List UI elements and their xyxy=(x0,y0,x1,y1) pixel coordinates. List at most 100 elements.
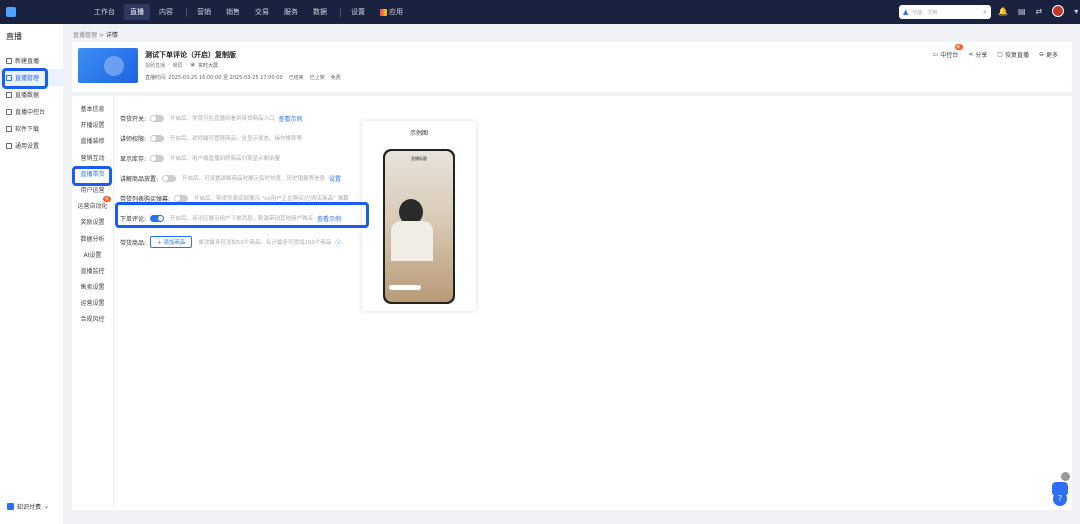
chevron-down-icon: ⌄ xyxy=(44,503,50,510)
breadcrumb-parent[interactable]: 直播管理 xyxy=(73,32,97,39)
subnav-ops-settings[interactable]: 运营设置 xyxy=(72,298,113,314)
nav-apps[interactable]: 应用 xyxy=(374,4,409,20)
nav-sales[interactable]: 销售 xyxy=(220,4,246,20)
top-navigation-bar: 工作台 直播 内容 营销 销售 交易 服务 数据 设置 应用 ▲ 功能、文档 ⌕… xyxy=(0,0,1080,24)
setting-desc: 单次最多可添加50个商品，合计最多可添加200个商品 xyxy=(198,240,332,246)
info-icon[interactable]: ⓘ xyxy=(335,238,341,247)
subnav-compliance[interactable]: 合规风控 xyxy=(72,314,113,330)
setting-label: 显示库存: xyxy=(120,155,147,163)
highlight-order-comment-row xyxy=(115,202,369,228)
back-to-top-icon[interactable] xyxy=(1061,472,1070,481)
chevron-down-icon[interactable]: ▾ xyxy=(1074,7,1078,16)
subnav-rewards[interactable]: 奖励设置 xyxy=(72,217,113,233)
setting-label: 带货开关: xyxy=(120,115,147,123)
host-body xyxy=(391,221,433,261)
add-goods-button[interactable]: + 添加商品 xyxy=(150,236,193,248)
show-stock-toggle[interactable] xyxy=(150,154,165,162)
nav-live[interactable]: 直播 xyxy=(124,4,150,20)
breadcrumb: 直播管理 > 详情 xyxy=(73,30,118,39)
explain-goods-toggle[interactable] xyxy=(162,174,177,182)
download-icon xyxy=(6,125,12,132)
more-icon: ⊖ xyxy=(1038,51,1044,58)
setting-label: 讲师权限: xyxy=(120,135,147,143)
nav-marketing[interactable]: 营销 xyxy=(191,4,217,20)
left-sidebar: 直播 新建直播 直播管理 直播数据 直播中控台 软件下载 通用设置 知识付费 ⌄ xyxy=(0,24,63,524)
nav-settings[interactable]: 设置 xyxy=(345,4,371,20)
subnav-monitor[interactable]: 直播监控 xyxy=(72,266,113,282)
view-example-link[interactable]: 查看示例 xyxy=(279,114,303,123)
purchase-barrage-toggle[interactable] xyxy=(174,194,189,202)
monitor-icon xyxy=(6,108,12,115)
example-preview-panel: 示例图 直播标题 xyxy=(362,121,476,311)
sidebar-item-new-live[interactable]: 新建直播 xyxy=(0,52,63,69)
subnav-decoration[interactable]: 直播装修 xyxy=(72,136,113,152)
breadcrumb-current: 详情 xyxy=(105,32,118,39)
lecturer-permission-toggle[interactable] xyxy=(150,134,165,142)
main-nav: 工作台 直播 内容 营销 销售 交易 服务 数据 设置 应用 xyxy=(88,4,412,20)
console-button[interactable]: ▭ 中控台 新 xyxy=(933,44,963,59)
preview-title: 示例图 xyxy=(409,130,428,137)
sidebar-bottom-label: 知识付费 xyxy=(17,504,42,511)
setting-desc: 开启后，带货列表底部展示 "xx用户正在购买/已购买商品" 弹幕 xyxy=(194,196,349,202)
subnav-basic-info[interactable]: 基本信息 xyxy=(72,104,113,120)
live-status: 已结束 xyxy=(288,75,304,81)
nav-content[interactable]: 内容 xyxy=(153,4,179,20)
subnav-sale-settings[interactable]: 售卖设置 xyxy=(72,282,113,298)
setting-desc: 开启后，学员可在直播间看到带货商品入口 xyxy=(170,116,275,122)
live-meta: 视频直播 · 横屏 · ▣ 实时大屏 xyxy=(145,62,218,69)
gear-icon xyxy=(6,142,12,149)
nav-service[interactable]: 服务 xyxy=(278,4,304,20)
nav-trade[interactable]: 交易 xyxy=(249,4,275,20)
highlight-sidebar-live-manage xyxy=(2,68,48,89)
settings-link[interactable]: 设置 xyxy=(329,174,341,183)
sidebar-item-label: 新建直播 xyxy=(15,58,40,65)
avatar[interactable] xyxy=(1052,5,1065,17)
sidebar-item-general-settings[interactable]: 通用设置 xyxy=(0,137,63,154)
question-icon[interactable]: ? xyxy=(1053,492,1067,506)
nav-divider xyxy=(340,7,341,17)
breadcrumb-separator: > xyxy=(98,32,104,39)
subnav-ai[interactable]: AI设置 xyxy=(72,250,113,266)
live-title: 测试下单评论（开启）复制版 xyxy=(145,51,236,59)
sidebar-bottom-switch[interactable]: 知识付费 ⌄ xyxy=(7,502,49,511)
console-label: 中控台 xyxy=(940,52,959,59)
app-logo-icon[interactable] xyxy=(6,7,16,17)
live-mode: 横屏 xyxy=(172,63,183,69)
sidebar-item-console[interactable]: 直播中控台 xyxy=(0,103,63,120)
help-assistant[interactable]: ? xyxy=(1051,482,1069,506)
nav-apps-label: 应用 xyxy=(389,8,403,16)
more-button[interactable]: ⊖ 更多 xyxy=(1039,50,1058,59)
notification-bell-icon[interactable]: 🔔 xyxy=(998,7,1008,16)
sidebar-item-download[interactable]: 软件下载 xyxy=(0,120,63,137)
subnav-automation-label: 运营自动化 xyxy=(77,203,108,211)
selling-switch-toggle[interactable] xyxy=(150,114,165,122)
search-icon[interactable]: ⌕ xyxy=(983,8,987,17)
detail-main-card: 基本信息 开播设置 直播装修 营销互动 直播带货 用户运营 运营自动化新 奖励设… xyxy=(72,96,1072,510)
restore-label: 恢复直播 xyxy=(1004,52,1029,59)
share-button[interactable]: ⋖ 分享 xyxy=(968,50,987,59)
setting-label: 带货商品: xyxy=(120,239,147,247)
nav-workbench[interactable]: 工作台 xyxy=(88,4,121,20)
search-scope-icon: ▲ xyxy=(903,8,909,16)
restore-icon: ▢ xyxy=(997,51,1003,58)
phone-screen-image: 直播标题 xyxy=(385,151,453,302)
nav-data[interactable]: 数据 xyxy=(307,4,333,20)
live-shelf: 已上架 xyxy=(309,75,325,81)
live-header-card: 测试下单评论（开启）复制版 视频直播 · 横屏 · ▣ 实时大屏 直播时间: 2… xyxy=(72,42,1072,92)
comment-bar xyxy=(389,285,421,290)
restore-live-button[interactable]: ▢ 恢复直播 xyxy=(997,50,1029,59)
global-search[interactable]: ▲ 功能、文档 ⌕ xyxy=(899,5,991,19)
search-input[interactable]: 功能、文档 xyxy=(912,9,979,16)
sidebar-item-label: 直播中控台 xyxy=(15,109,46,116)
subnav-analytics[interactable]: 数据分析 xyxy=(72,234,113,250)
subnav-start-settings[interactable]: 开播设置 xyxy=(72,120,113,136)
subnav-automation[interactable]: 运营自动化新 xyxy=(72,196,113,217)
calendar-icon[interactable]: ▤ xyxy=(1018,7,1026,16)
sidebar-title: 直播 xyxy=(6,32,22,41)
top-tools: 🔔 ▤ ⇄ ▾ xyxy=(998,5,1078,17)
sidebar-item-label: 软件下载 xyxy=(15,126,40,133)
live-price: 免费 xyxy=(330,75,341,81)
live-screen[interactable]: 实时大屏 xyxy=(198,62,218,69)
sidebar-item-label: 直播数据 xyxy=(15,92,40,99)
switch-icon[interactable]: ⇄ xyxy=(1036,7,1043,16)
